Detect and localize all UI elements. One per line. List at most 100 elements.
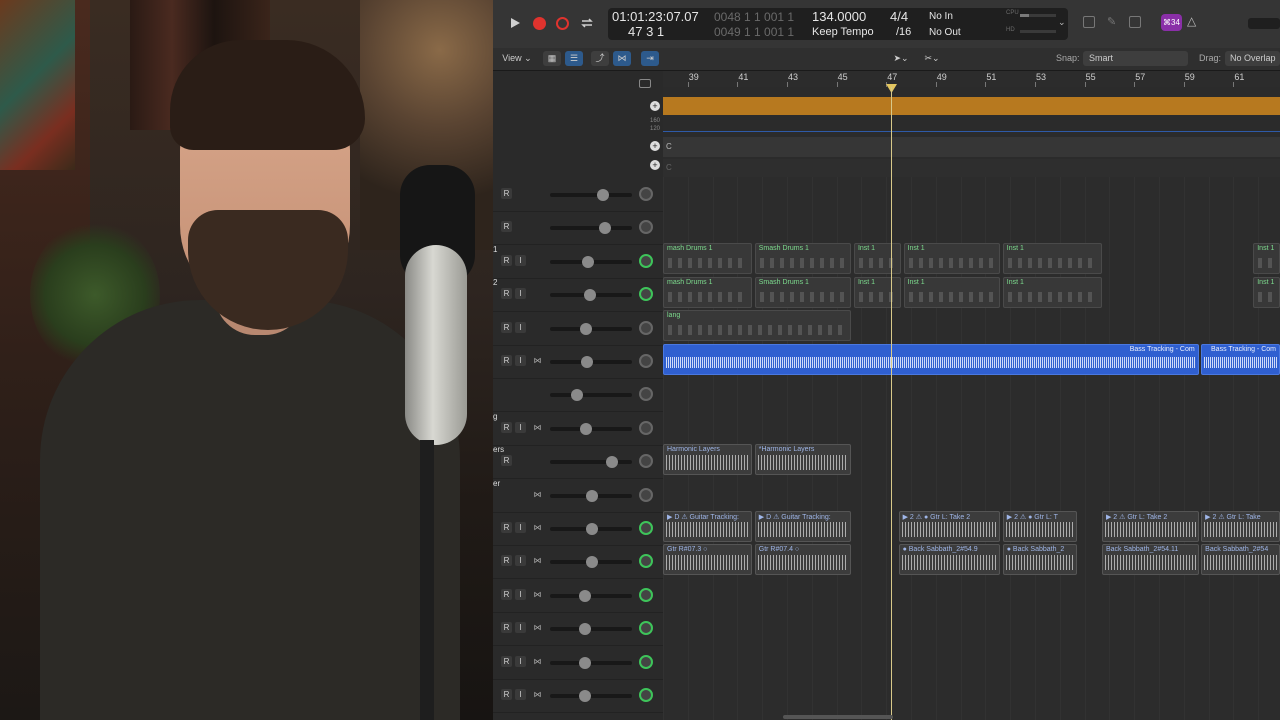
volume-fader[interactable] xyxy=(550,556,632,569)
midi-region[interactable]: Inst 1 xyxy=(1002,276,1102,308)
volume-fader[interactable] xyxy=(550,623,632,636)
track-header[interactable]: g R I ⋈ xyxy=(493,412,663,446)
volume-fader[interactable] xyxy=(550,356,632,368)
list-view-button[interactable]: ☰ xyxy=(565,51,583,66)
input-monitor-button[interactable]: I xyxy=(515,355,526,366)
record-enable-button[interactable]: R xyxy=(501,288,512,300)
record-enable-button[interactable]: R xyxy=(501,522,512,533)
midi-region[interactable]: mash Drums 1 xyxy=(663,276,753,308)
track-header[interactable]: R xyxy=(493,178,663,212)
track-phase-icon[interactable]: ⋈ xyxy=(532,689,543,700)
global-tracks-icon[interactable] xyxy=(639,79,651,88)
transpose-track[interactable]: C xyxy=(663,159,1280,177)
record-enable-button[interactable]: R xyxy=(501,355,512,366)
midi-region[interactable]: mash Drums 1 xyxy=(663,243,753,275)
fader-knob[interactable] xyxy=(584,289,597,302)
pan-knob[interactable] xyxy=(639,621,653,636)
drag-select[interactable]: No Overlap xyxy=(1225,51,1280,66)
record-enable-button[interactable]: R xyxy=(501,622,512,634)
track-phase-icon[interactable]: ⋈ xyxy=(532,489,543,500)
audio-region[interactable]: Harmonic Layers xyxy=(663,443,753,475)
horizontal-scrollbar[interactable] xyxy=(783,715,893,719)
audio-region[interactable]: ● Back Sabbath_2#54.9 xyxy=(898,543,1001,575)
input-monitor-button[interactable]: I xyxy=(515,321,526,333)
volume-fader[interactable] xyxy=(550,222,632,235)
automation-button[interactable]: ⤴ xyxy=(591,51,609,66)
pan-knob[interactable] xyxy=(639,420,653,435)
fader-knob[interactable] xyxy=(580,322,593,335)
record-button[interactable] xyxy=(533,17,546,30)
fader-knob[interactable] xyxy=(606,456,619,469)
fader-knob[interactable] xyxy=(581,356,594,368)
master-volume-slider[interactable] xyxy=(1248,18,1280,29)
input-monitor-button[interactable]: I xyxy=(515,254,526,266)
fader-knob[interactable] xyxy=(586,489,599,502)
fader-knob[interactable] xyxy=(578,589,591,602)
flex-button[interactable]: ⋈ xyxy=(613,51,631,66)
pan-knob[interactable] xyxy=(639,387,653,402)
fader-knob[interactable] xyxy=(578,656,591,669)
audio-region[interactable]: ▶ 2 ⚠ ● Gtr L: T xyxy=(1002,510,1078,542)
track-header[interactable] xyxy=(493,378,663,413)
playhead[interactable] xyxy=(891,87,892,720)
count-in-badge[interactable]: ⌘34 xyxy=(1161,14,1182,31)
record-enable-button[interactable]: R xyxy=(501,455,512,467)
fader-knob[interactable] xyxy=(597,189,610,201)
volume-fader[interactable] xyxy=(550,289,632,302)
tempo-track-bar[interactable] xyxy=(663,97,1280,115)
midi-region[interactable]: Inst 1 xyxy=(853,276,902,308)
audio-region[interactable]: ▶ D ⚠ Guitar Tracking: xyxy=(754,510,852,542)
pan-knob[interactable] xyxy=(639,688,653,702)
record-enable-button[interactable]: R xyxy=(501,689,512,700)
pointer-tool-icon[interactable]: ➤⌄ xyxy=(891,51,911,66)
note-pad-icon[interactable]: ✎ xyxy=(1107,15,1116,28)
fader-knob[interactable] xyxy=(586,556,599,569)
pan-knob[interactable] xyxy=(639,354,653,368)
audio-region[interactable]: Gtr R#07.4 ○ xyxy=(754,543,852,575)
list-editor-icon[interactable] xyxy=(1083,16,1095,28)
fader-knob[interactable] xyxy=(586,523,599,535)
track-phase-icon[interactable]: ⋈ xyxy=(532,589,543,600)
volume-fader[interactable] xyxy=(550,523,632,535)
input-monitor-button[interactable]: I xyxy=(515,522,526,533)
volume-fader[interactable] xyxy=(550,690,632,702)
audio-region[interactable]: ● Back Sabbath_2 xyxy=(1002,543,1078,575)
volume-fader[interactable] xyxy=(550,489,632,502)
play-button[interactable] xyxy=(507,15,523,31)
pan-knob[interactable] xyxy=(639,554,653,569)
pan-knob[interactable] xyxy=(639,454,653,469)
grid-view-button[interactable]: ▦ xyxy=(543,51,561,66)
pan-knob[interactable] xyxy=(639,487,653,502)
record-enable-button[interactable]: R xyxy=(501,421,512,433)
volume-fader[interactable] xyxy=(550,456,632,469)
volume-fader[interactable] xyxy=(550,589,632,602)
track-header[interactable]: R I ⋈ xyxy=(493,512,663,546)
arrange-area[interactable]: mash Drums 1 Smash Drums 1 Inst 1 Inst 1 Ins… xyxy=(663,177,1280,720)
volume-fader[interactable] xyxy=(550,255,632,268)
track-header[interactable]: R I ⋈ xyxy=(493,612,663,647)
audio-region[interactable]: Back Sabbath_2#54 xyxy=(1201,543,1280,575)
fader-knob[interactable] xyxy=(580,422,593,435)
pan-knob[interactable] xyxy=(639,587,653,602)
track-phase-icon[interactable]: ⋈ xyxy=(532,355,543,366)
pan-knob[interactable] xyxy=(639,654,653,669)
pan-knob[interactable] xyxy=(639,187,653,201)
secondary-tool-icon[interactable]: ✂⌄ xyxy=(921,51,943,66)
track-header[interactable]: 2RI xyxy=(493,278,663,313)
track-header[interactable]: er ⋈ xyxy=(493,479,663,513)
audio-region[interactable]: ▶ D ⚠ Guitar Tracking: xyxy=(663,510,753,542)
audio-region[interactable]: *Harmonic Layers xyxy=(754,443,852,475)
replace-record-button[interactable] xyxy=(556,17,569,30)
track-header[interactable]: R xyxy=(493,211,663,246)
audio-region[interactable]: ▶ 2 ⚠ ● Gtr L: Take 2 xyxy=(898,510,1001,542)
track-phase-icon[interactable]: ⋈ xyxy=(532,522,543,533)
midi-region[interactable]: lang xyxy=(663,310,852,342)
track-header[interactable]: R I ⋈ xyxy=(493,545,663,580)
pan-knob[interactable] xyxy=(639,287,653,302)
midi-region[interactable]: Inst 1 xyxy=(903,276,1001,308)
pan-knob[interactable] xyxy=(639,320,653,335)
input-monitor-button[interactable]: I xyxy=(515,689,526,700)
record-enable-button[interactable]: R xyxy=(501,588,512,600)
record-enable-button[interactable]: R xyxy=(501,254,512,266)
audio-region[interactable]: Bass Tracking - Com xyxy=(1201,343,1280,375)
